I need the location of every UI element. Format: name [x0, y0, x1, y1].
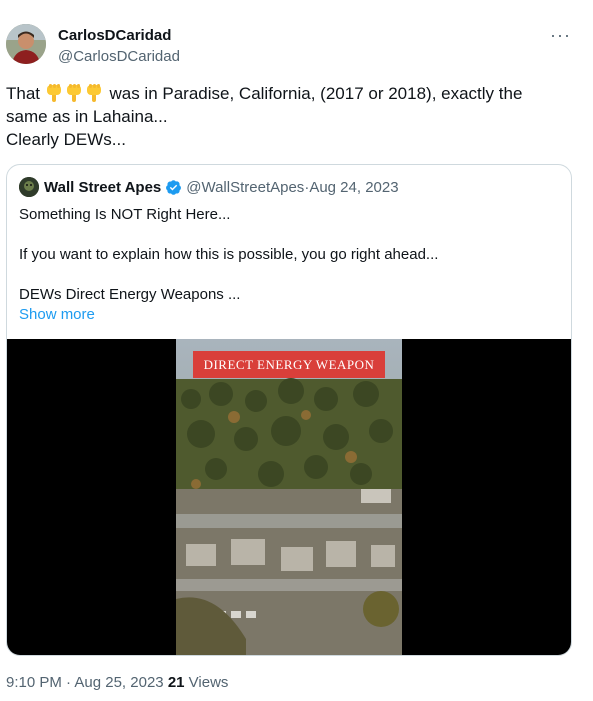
quoted-tweet-card[interactable]: Wall Street Apes @WallStreetApes · Aug 2…	[6, 164, 572, 656]
author-handle[interactable]: @CarlosDCaridad	[58, 48, 180, 65]
show-more-link[interactable]: Show more	[19, 306, 95, 323]
quoted-text-line1: Something Is NOT Right Here...	[19, 206, 231, 223]
pointing-down-emoji-icon	[66, 84, 81, 102]
quoted-author-handle[interactable]: @WallStreetApes	[186, 179, 304, 196]
tweet-meta: 9:10 PM · Aug 25, 2023 21 Views	[6, 674, 228, 691]
video-frame: DIRECT ENERGY WEAPON	[176, 339, 402, 655]
views-count: 21	[167, 674, 185, 691]
quoted-tweet-header: Wall Street Apes @WallStreetApes · Aug 2…	[19, 177, 399, 197]
author-avatar[interactable]	[6, 24, 46, 64]
quoted-text-line3: DEWs Direct Energy Weapons ...	[19, 286, 241, 303]
views-label: Views	[188, 674, 229, 691]
quoted-text-line2: If you want to explain how this is possi…	[19, 246, 439, 263]
quoted-author-name[interactable]: Wall Street Apes	[44, 179, 161, 196]
pointing-down-emoji-icon	[46, 84, 61, 102]
burned-town-aerial-image	[176, 339, 402, 655]
meta-separator: ·	[61, 674, 75, 691]
tweet-text: That was in Paradise, California, (2017 …	[6, 82, 566, 151]
more-horizontal-icon[interactable]: ···	[550, 25, 571, 46]
tweet-text-start: That	[6, 84, 45, 103]
quoted-video[interactable]: DIRECT ENERGY WEAPON	[7, 339, 571, 655]
quoted-author-avatar[interactable]	[19, 177, 39, 197]
pointing-down-emoji-icon	[86, 84, 101, 102]
video-banner: DIRECT ENERGY WEAPON	[193, 351, 385, 378]
quoted-date[interactable]: Aug 24, 2023	[309, 179, 398, 196]
tweet-text-line2: Clearly DEWs...	[6, 130, 126, 149]
verified-badge-icon	[166, 179, 182, 195]
tweet-time[interactable]: 9:10 PM	[6, 674, 62, 691]
tweet-date[interactable]: Aug 25, 2023	[74, 674, 163, 691]
author-display-name[interactable]: CarlosDCaridad	[58, 27, 171, 44]
quoted-tweet-body: Something Is NOT Right Here... If you wa…	[19, 205, 559, 325]
